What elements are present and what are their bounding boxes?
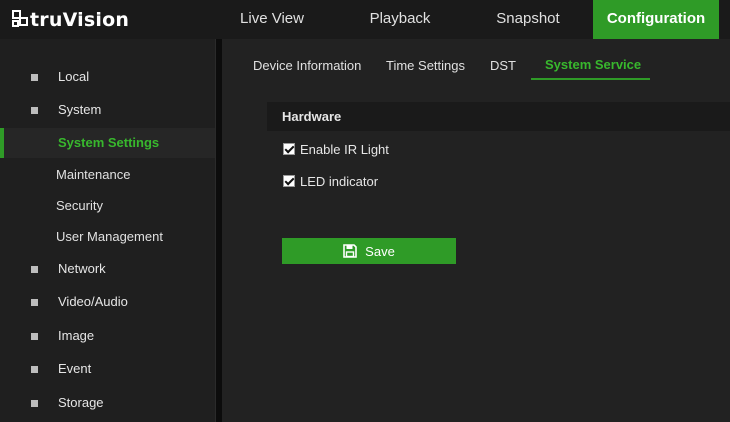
enable-ir-light-label: Enable IR Light: [300, 141, 389, 157]
square-bullet-icon: [31, 400, 38, 407]
save-button[interactable]: Save: [282, 238, 456, 264]
sidebar-item-maintenance[interactable]: Maintenance: [56, 167, 130, 182]
brand-name: truVision: [30, 9, 130, 31]
sidebar-item-label: System: [58, 102, 102, 117]
led-indicator-option[interactable]: LED indicator: [283, 172, 378, 190]
main-panel: Device Information Time Settings DST Sys…: [222, 39, 730, 422]
sidebar-item-video-audio[interactable]: Video/Audio: [0, 287, 215, 317]
led-indicator-checkbox[interactable]: [283, 175, 295, 187]
topnav-playback[interactable]: Playback: [345, 0, 455, 39]
hardware-section-header: Hardware: [267, 102, 730, 131]
topnav-configuration[interactable]: Configuration: [593, 0, 719, 39]
topnav-live-view[interactable]: Live View: [216, 0, 328, 39]
enable-ir-light-option[interactable]: Enable IR Light: [283, 140, 389, 158]
top-bar: truVision Live View Playback Snapshot Co…: [0, 0, 730, 39]
sidebar-item-label: Video/Audio: [58, 294, 128, 309]
enable-ir-light-checkbox[interactable]: [283, 143, 295, 155]
active-tab-indicator: [531, 78, 650, 80]
tab-system-service[interactable]: System Service: [545, 57, 641, 72]
topnav-snapshot[interactable]: Snapshot: [473, 0, 583, 39]
square-bullet-icon: [31, 366, 38, 373]
sidebar-item-label: Event: [58, 361, 92, 376]
brand-logo: truVision: [11, 6, 129, 34]
sidebar-item-label: Storage: [58, 395, 104, 410]
square-bullet-icon: [31, 299, 38, 306]
sidebar-item-label: Local: [58, 69, 90, 84]
sidebar-item-user-management[interactable]: User Management: [56, 229, 163, 244]
square-bullet-icon: [31, 74, 38, 81]
led-indicator-label: LED indicator: [300, 173, 379, 189]
floppy-disk-icon: [343, 244, 357, 258]
square-bullet-icon: [31, 266, 38, 273]
sidebar-item-label: System Settings: [58, 135, 160, 150]
tab-dst[interactable]: DST: [490, 58, 516, 73]
tab-time-settings[interactable]: Time Settings: [386, 58, 465, 73]
sidebar-item-image[interactable]: Image: [0, 321, 215, 351]
sidebar-item-network[interactable]: Network: [0, 254, 215, 284]
square-bullet-icon: [31, 333, 38, 340]
sidebar-item-local[interactable]: Local: [0, 62, 215, 92]
sidebar-item-event[interactable]: Event: [0, 354, 215, 384]
sidebar-item-system-settings[interactable]: System Settings: [0, 128, 215, 158]
truvision-logo-icon: [12, 10, 28, 27]
sidebar-divider: [215, 39, 222, 422]
save-button-label: Save: [365, 243, 395, 259]
sidebar-item-security[interactable]: Security: [56, 198, 103, 213]
tab-device-information[interactable]: Device Information: [253, 58, 361, 73]
sidebar-item-label: Network: [58, 261, 106, 276]
sidebar: Local System System Settings Maintenance…: [0, 39, 215, 422]
sidebar-item-storage[interactable]: Storage: [0, 388, 215, 418]
section-title: Hardware: [282, 109, 342, 124]
sidebar-item-label: Image: [58, 328, 95, 343]
square-bullet-icon: [31, 107, 38, 114]
sidebar-item-system[interactable]: System: [0, 95, 215, 125]
